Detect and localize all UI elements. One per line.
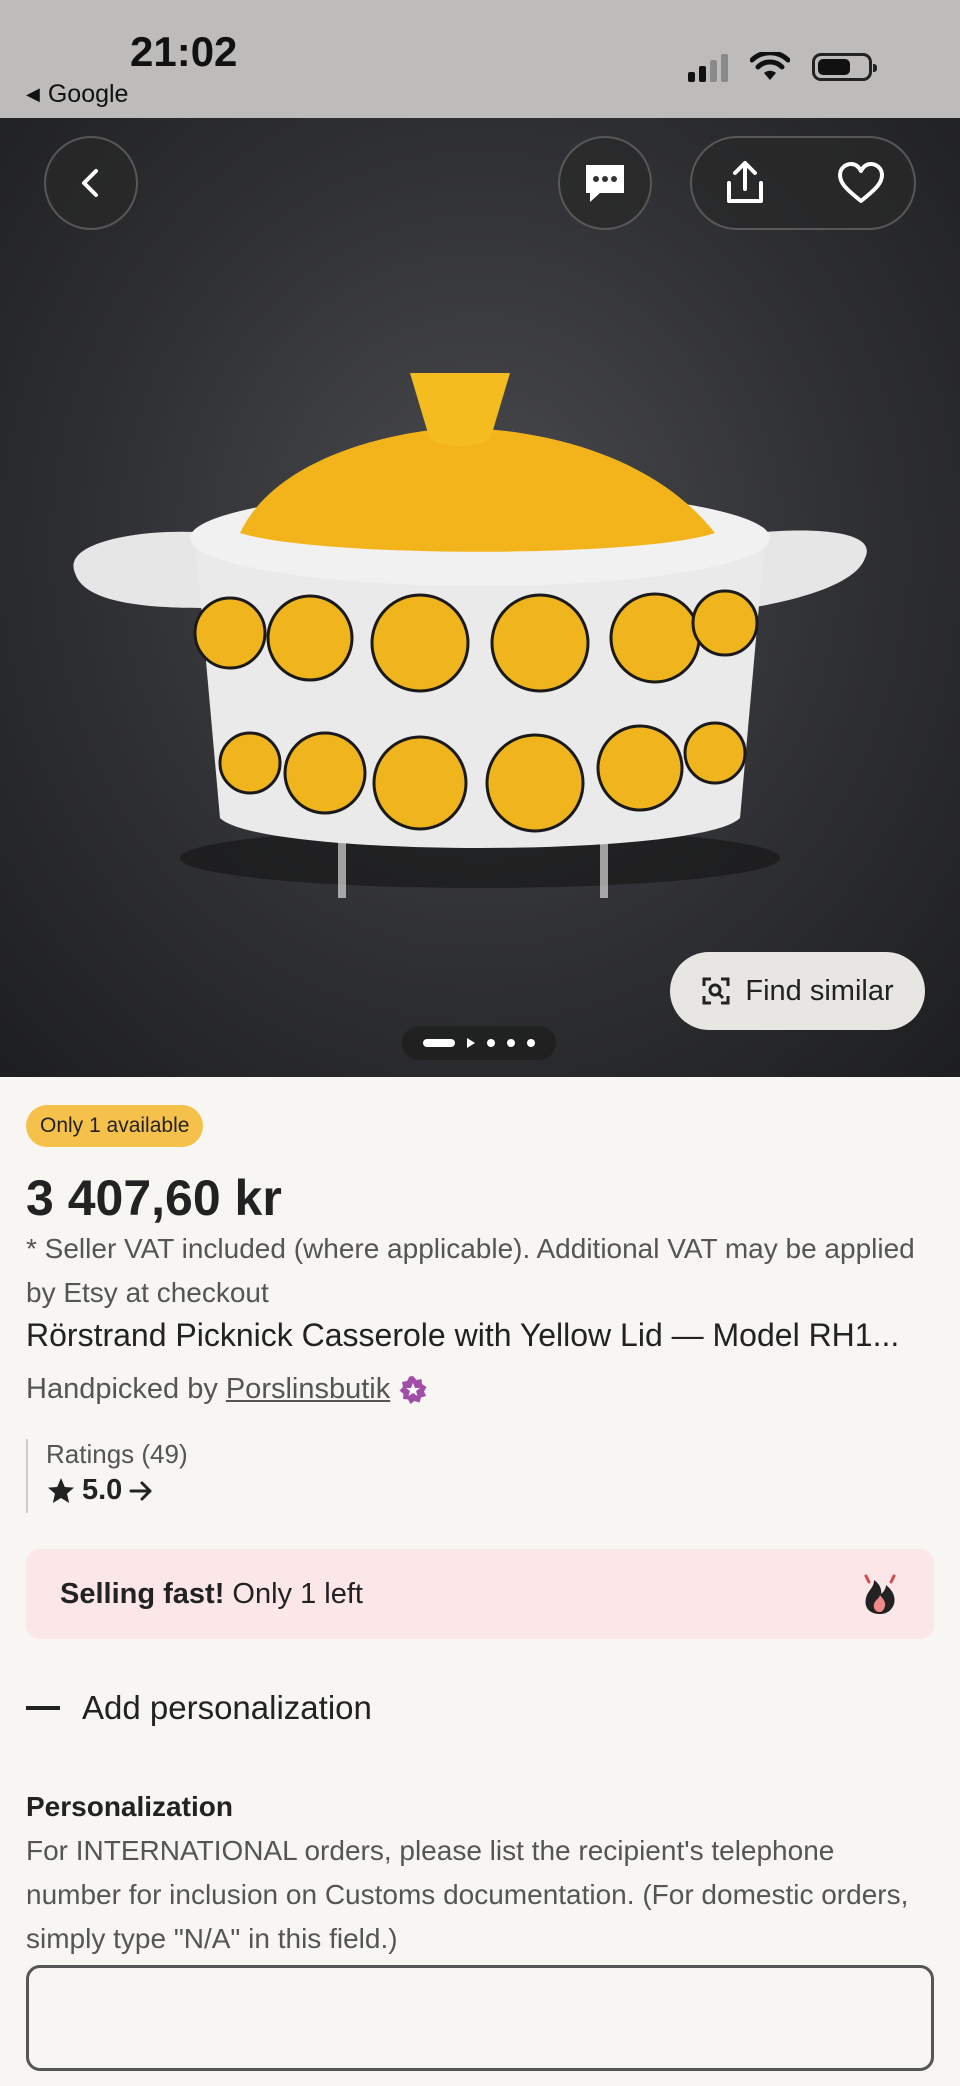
shop-link[interactable]: Porslinsbutik xyxy=(226,1373,390,1406)
selling-fast-banner: Selling fast! Only 1 left xyxy=(26,1549,934,1639)
ratings-label: Ratings (49) xyxy=(46,1439,188,1469)
availability-badge: Only 1 available xyxy=(26,1105,204,1147)
selling-fast-bold: Selling fast! xyxy=(60,1577,225,1610)
favorite-button[interactable] xyxy=(834,156,888,210)
back-to-app-link[interactable]: ◀ Google xyxy=(26,80,128,109)
star-seller-icon xyxy=(399,1375,427,1404)
page-dot xyxy=(507,1039,515,1047)
visual-search-icon xyxy=(702,977,730,1005)
back-triangle-icon: ◀ xyxy=(26,84,40,104)
signal-icon xyxy=(688,52,728,82)
chat-bubble-icon xyxy=(586,165,624,202)
handpicked-prefix: Handpicked by xyxy=(26,1373,218,1405)
image-pagination[interactable] xyxy=(402,1026,556,1060)
share-favorite-group xyxy=(690,136,916,230)
selling-fast-detail: Only 1 left xyxy=(232,1577,363,1610)
vat-note: * Seller VAT included (where applicable)… xyxy=(26,1233,915,1308)
status-bar: 21:02 ◀ Google xyxy=(0,0,960,118)
find-similar-label: Find similar xyxy=(745,974,894,1007)
page-dot xyxy=(527,1039,535,1047)
chevron-left-icon xyxy=(82,169,98,197)
ratings-summary[interactable]: Ratings (49) 5.0 xyxy=(26,1439,188,1513)
video-dot-icon xyxy=(467,1038,475,1048)
status-time: 21:02 xyxy=(130,28,238,75)
product-image-gallery[interactable]: Find similar xyxy=(0,118,960,1077)
wifi-icon xyxy=(750,52,790,80)
find-similar-button[interactable]: Find similar xyxy=(670,952,925,1030)
price: 3 407,60 kr xyxy=(26,1170,282,1226)
page-dot-active xyxy=(423,1039,455,1047)
back-app-label: Google xyxy=(47,80,129,108)
message-seller-button[interactable] xyxy=(558,136,652,230)
fire-icon xyxy=(864,1574,896,1614)
share-icon xyxy=(727,161,763,203)
add-personalization-toggle[interactable]: Add personalization xyxy=(26,1689,372,1727)
personalization-label: Personalization xyxy=(26,1791,233,1822)
page-dot xyxy=(487,1039,495,1047)
shop-line: Handpicked by Porslinsbutik xyxy=(26,1373,428,1406)
battery-icon xyxy=(812,53,877,81)
status-icons xyxy=(688,52,877,82)
personalization-input[interactable] xyxy=(26,1965,934,2071)
add-personalization-label: Add personalization xyxy=(82,1689,372,1726)
listing-title[interactable]: Rörstrand Picknick Casserole with Yellow… xyxy=(26,1317,934,1354)
heart-icon xyxy=(838,162,884,203)
arrow-right-icon xyxy=(129,1481,152,1500)
share-button[interactable] xyxy=(718,156,772,210)
selling-fast-text: Selling fast! Only 1 left xyxy=(60,1578,363,1611)
product-photo-casserole xyxy=(73,373,867,898)
back-button[interactable] xyxy=(44,136,138,230)
personalization-instructions: For INTERNATIONAL orders, please list th… xyxy=(26,1835,909,1954)
collapse-dash-icon xyxy=(26,1706,60,1710)
rating-value-row: 5.0 xyxy=(46,1474,188,1507)
star-icon xyxy=(48,1477,74,1503)
rating-value: 5.0 xyxy=(82,1474,123,1506)
